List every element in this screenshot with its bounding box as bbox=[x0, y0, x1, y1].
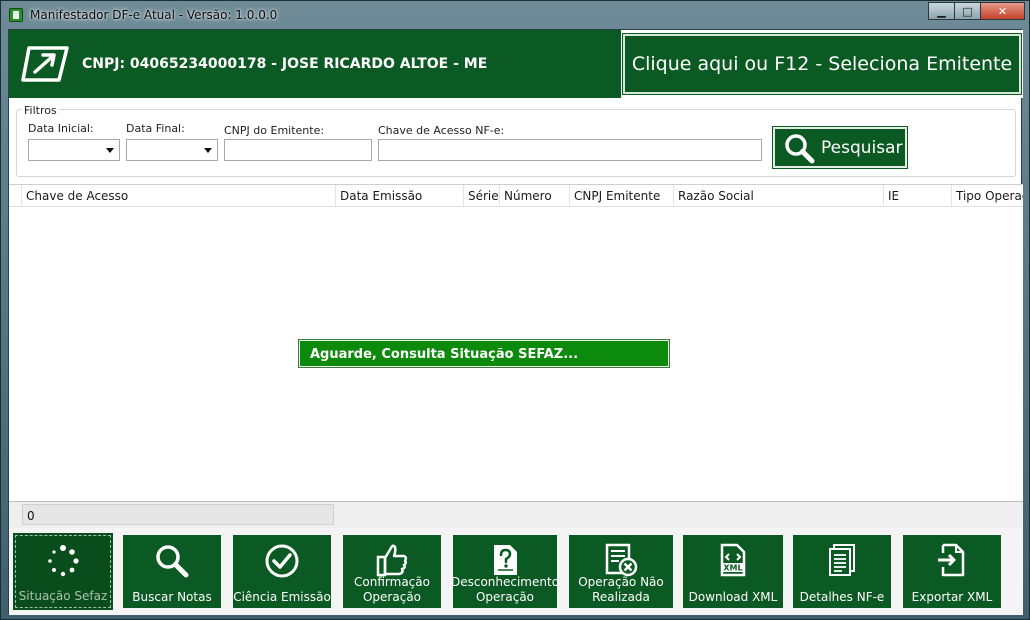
data-final-label: Data Final: bbox=[126, 122, 185, 135]
company-title: CNPJ: 04065234000178 - JOSE RICARDO ALTO… bbox=[82, 56, 488, 72]
window-controls: ▁ □ ✕ bbox=[928, 2, 1025, 20]
download-xml-label: Download XML bbox=[688, 590, 778, 604]
situacao-sefaz-button[interactable]: Situação Sefaz bbox=[13, 533, 113, 610]
check-circle-icon bbox=[265, 544, 299, 578]
filters-legend: Filtros bbox=[22, 104, 59, 117]
app-logo-icon bbox=[21, 46, 69, 82]
question-document-icon bbox=[494, 545, 517, 575]
grid-header: Chave de Acesso Data Emissão Série Númer… bbox=[9, 185, 1023, 207]
results-grid[interactable]: Chave de Acesso Data Emissão Série Númer… bbox=[9, 184, 1023, 502]
operacao-nao-label-1: Operação Não bbox=[578, 575, 664, 589]
desconhecimento-label-2: Operação bbox=[475, 590, 535, 604]
confirmacao-operacao-button[interactable]: Confirmação Operação bbox=[343, 535, 441, 608]
confirmacao-label-1: Confirmação bbox=[354, 575, 430, 589]
column-header-serie[interactable]: Série bbox=[463, 185, 499, 206]
situacao-sefaz-label: Situação Sefaz bbox=[18, 589, 108, 603]
thumbs-up-icon bbox=[376, 544, 408, 577]
column-header-razao-social[interactable]: Razão Social bbox=[673, 185, 883, 206]
application-window: Manifestador DF-e Atual - Versão: 1.0.0.… bbox=[0, 0, 1030, 620]
detalhes-nfe-button[interactable]: Detalhes NF-e bbox=[793, 535, 891, 608]
data-final-combo[interactable] bbox=[126, 139, 218, 161]
status-bar: 0 bbox=[9, 502, 1023, 528]
column-header-data-emissao[interactable]: Data Emissão bbox=[335, 185, 463, 206]
column-header-cnpj-emitente[interactable]: CNPJ Emitente bbox=[569, 185, 673, 206]
title-bar[interactable]: Manifestador DF-e Atual - Versão: 1.0.0.… bbox=[1, 1, 1030, 29]
search-button-label: Pesquisar bbox=[821, 137, 903, 158]
record-count: 0 bbox=[22, 504, 334, 525]
export-file-icon bbox=[938, 543, 965, 577]
column-header-ie[interactable]: IE bbox=[883, 185, 951, 206]
maximize-button[interactable]: □ bbox=[954, 2, 981, 20]
exportar-xml-button[interactable]: Exportar XML bbox=[903, 535, 1001, 608]
confirmacao-label-2: Operação bbox=[362, 590, 422, 604]
company-banner: CNPJ: 04065234000178 - JOSE RICARDO ALTO… bbox=[9, 30, 621, 98]
rejected-document-icon bbox=[605, 543, 638, 577]
wait-message: Aguarde, Consulta Situação SEFAZ... bbox=[298, 339, 670, 368]
chevron-down-icon bbox=[106, 148, 114, 153]
xml-file-icon: XML bbox=[720, 543, 746, 577]
ciencia-emissao-label: Ciência Emissão bbox=[233, 590, 331, 604]
exportar-xml-label: Exportar XML bbox=[911, 590, 993, 604]
app-icon bbox=[9, 8, 23, 22]
download-xml-button[interactable]: XML Download XML bbox=[683, 535, 783, 608]
buscar-notas-label: Buscar Notas bbox=[132, 590, 212, 604]
desconhecimento-label-1: Desconhecimento bbox=[450, 575, 560, 589]
action-toolbar: Situação Sefaz Buscar Notas Ciência Emis… bbox=[9, 528, 1023, 615]
cnpj-emitente-label: CNPJ do Emitente: bbox=[224, 124, 325, 137]
search-button[interactable]: Pesquisar bbox=[772, 126, 908, 169]
client-area: CNPJ: 04065234000178 - JOSE RICARDO ALTO… bbox=[8, 29, 1023, 615]
close-button[interactable]: ✕ bbox=[980, 2, 1025, 20]
column-header-tipo-operacao[interactable]: Tipo Operação bbox=[951, 185, 1023, 206]
ciencia-emissao-button[interactable]: Ciência Emissão bbox=[233, 535, 331, 608]
chave-acesso-input[interactable] bbox=[378, 139, 762, 161]
window-title: Manifestador DF-e Atual - Versão: 1.0.0.… bbox=[30, 8, 278, 22]
search-icon bbox=[156, 545, 189, 578]
desconhecimento-operacao-button[interactable]: Desconhecimento Operação bbox=[450, 535, 560, 608]
operacao-nao-label-2: Realizada bbox=[592, 590, 650, 604]
detalhes-nfe-label: Detalhes NF-e bbox=[799, 590, 885, 604]
cnpj-emitente-input[interactable] bbox=[224, 139, 372, 161]
chevron-down-icon bbox=[204, 148, 212, 153]
header: CNPJ: 04065234000178 - JOSE RICARDO ALTO… bbox=[9, 30, 1023, 98]
document-list-icon bbox=[829, 544, 855, 576]
select-emitente-button[interactable]: Clique aqui ou F12 - Seleciona Emitente bbox=[622, 33, 1022, 95]
minimize-button[interactable]: ▁ bbox=[928, 2, 955, 20]
operacao-nao-realizada-button[interactable]: Operação Não Realizada bbox=[569, 535, 673, 608]
data-inicial-label: Data Inicial: bbox=[28, 122, 94, 135]
column-header-numero[interactable]: Número bbox=[499, 185, 569, 206]
chave-acesso-label: Chave de Acesso NF-e: bbox=[378, 124, 505, 137]
column-header-chave[interactable]: Chave de Acesso bbox=[21, 185, 335, 206]
data-inicial-combo[interactable] bbox=[28, 139, 120, 161]
buscar-notas-button[interactable]: Buscar Notas bbox=[123, 535, 221, 608]
svg-text:XML: XML bbox=[723, 564, 742, 573]
loading-spinner-icon bbox=[48, 545, 79, 577]
search-icon bbox=[785, 133, 815, 163]
